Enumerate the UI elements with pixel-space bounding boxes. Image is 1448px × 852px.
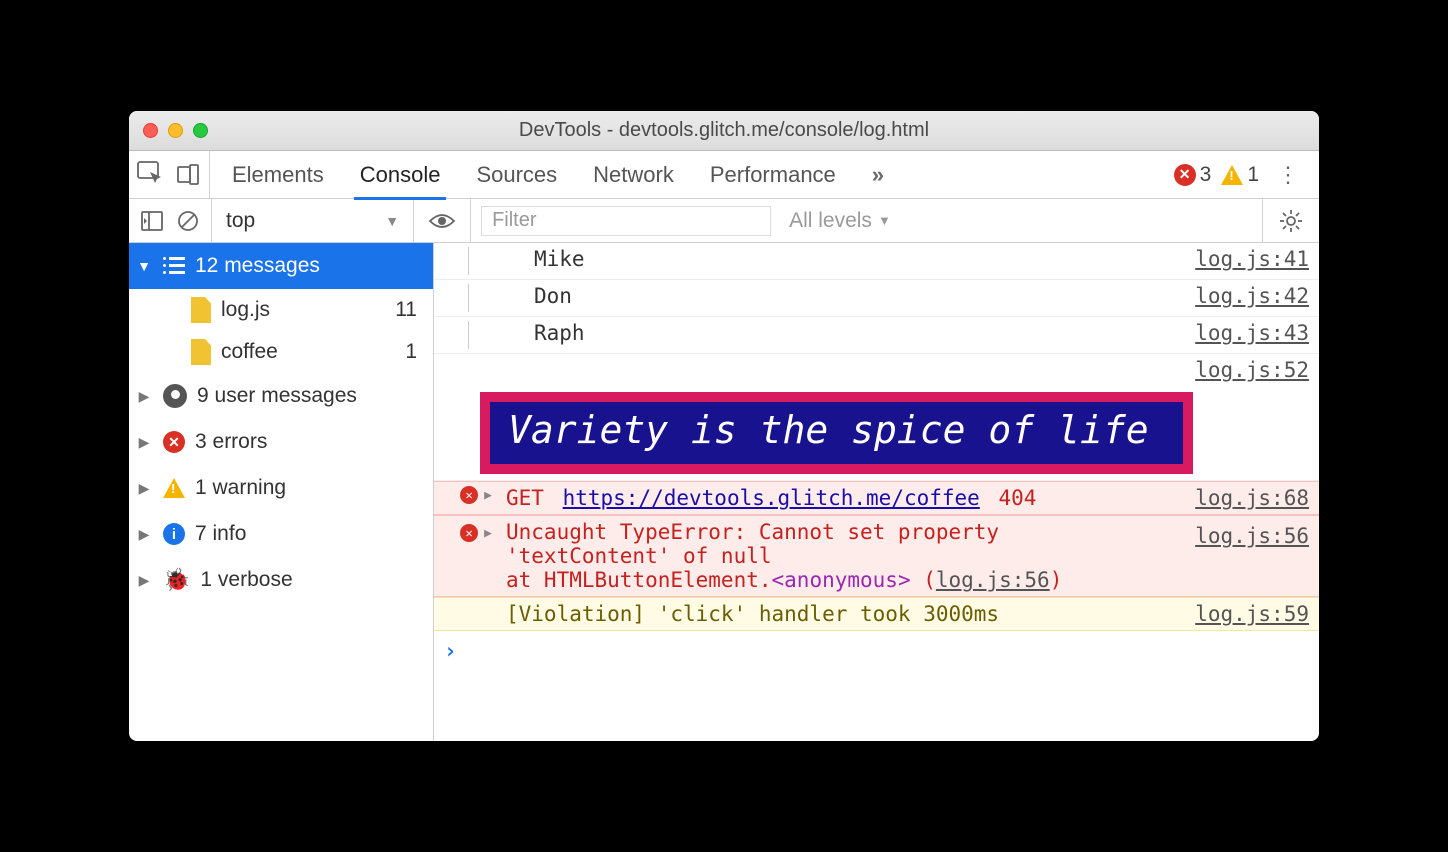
- sidebar-file-item[interactable]: coffee 1: [129, 331, 433, 373]
- context-selector[interactable]: top ▼: [212, 199, 414, 242]
- sidebar-label: 3 errors: [195, 430, 267, 454]
- sidebar-file-item[interactable]: log.js 11: [129, 289, 433, 331]
- caret-right-icon: ▶: [135, 434, 153, 451]
- sidebar-label: 9 user messages: [197, 384, 357, 408]
- devtools-tabs: Elements Console Sources Network Perform…: [129, 151, 1319, 199]
- exception-row[interactable]: ✕ ▶ Uncaught TypeError: Cannot set proper…: [434, 515, 1319, 597]
- source-link[interactable]: log.js:42: [1183, 284, 1309, 308]
- log-text: Don: [528, 284, 1183, 308]
- chevron-down-icon: ▼: [878, 213, 891, 228]
- source-link[interactable]: log.js:52: [1183, 358, 1309, 382]
- network-error-row[interactable]: ✕ ▶ GET https://devtools.glitch.me/coffee…: [434, 481, 1319, 515]
- sidebar-item-warnings[interactable]: ▶ 1 warning: [129, 465, 433, 511]
- file-name: coffee: [221, 340, 278, 364]
- titlebar: DevTools - devtools.glitch.me/console/lo…: [129, 111, 1319, 151]
- console-output: Mike log.js:41 Don log.js:42 Raph log.js…: [434, 243, 1319, 741]
- toggle-sidebar-icon[interactable]: [141, 210, 163, 232]
- error-icon: ✕: [1174, 164, 1196, 186]
- sidebar-label: 1 warning: [195, 476, 286, 500]
- error-counter[interactable]: ✕ 3: [1174, 163, 1212, 187]
- file-name: log.js: [221, 298, 270, 322]
- console-settings-icon[interactable]: [1262, 199, 1319, 242]
- tab-network[interactable]: Network: [593, 162, 674, 188]
- error-icon: ✕: [460, 524, 478, 542]
- log-levels-selector[interactable]: All levels ▼: [771, 209, 891, 233]
- filter-input[interactable]: [481, 206, 771, 236]
- devtools-window: DevTools - devtools.glitch.me/console/lo…: [129, 111, 1319, 741]
- sidebar-item-verbose[interactable]: ▶ 🐞 1 verbose: [129, 557, 433, 603]
- clear-console-icon[interactable]: [177, 210, 199, 232]
- log-row[interactable]: Don log.js:42: [434, 280, 1319, 317]
- log-row[interactable]: Mike log.js:41: [434, 243, 1319, 280]
- exception-text: Uncaught TypeError: Cannot set property …: [500, 520, 1183, 592]
- styled-log-text: Variety is the spice of life: [480, 392, 1193, 474]
- log-row[interactable]: Raph log.js:43: [434, 317, 1319, 354]
- list-icon: [163, 257, 185, 275]
- caret-right-icon: ▶: [484, 488, 492, 503]
- source-link[interactable]: log.js:68: [1183, 486, 1309, 510]
- source-link[interactable]: log.js:59: [1183, 602, 1309, 626]
- tab-console[interactable]: Console: [360, 162, 441, 188]
- log-text: Raph: [528, 321, 1183, 345]
- caret-right-icon: ▶: [135, 526, 153, 543]
- context-label: top: [226, 209, 255, 233]
- tab-elements[interactable]: Elements: [232, 162, 324, 188]
- sidebar-item-errors[interactable]: ▶ ✕ 3 errors: [129, 419, 433, 465]
- styled-log-row[interactable]: Variety is the spice of life: [434, 386, 1319, 481]
- device-toolbar-icon[interactable]: [177, 164, 199, 186]
- http-method: GET: [506, 486, 544, 510]
- http-url[interactable]: https://devtools.glitch.me/coffee: [563, 486, 980, 510]
- console-toolbar: top ▼ All levels ▼: [129, 199, 1319, 243]
- log-row[interactable]: log.js:52: [434, 354, 1319, 386]
- stack-link[interactable]: log.js:56: [936, 568, 1050, 592]
- file-count: 11: [395, 298, 423, 322]
- file-icon: [191, 297, 211, 323]
- sidebar-label: 1 verbose: [200, 568, 292, 592]
- warning-counter[interactable]: 1: [1221, 163, 1259, 187]
- tabs-overflow[interactable]: »: [872, 162, 884, 188]
- sidebar-item-user[interactable]: ▶ 9 user messages: [129, 373, 433, 419]
- source-link[interactable]: log.js:41: [1183, 247, 1309, 271]
- sidebar-item-messages[interactable]: ▼ 12 messages: [129, 243, 433, 289]
- caret-right-icon: ▶: [135, 480, 153, 497]
- chevron-down-icon: ▼: [385, 213, 399, 229]
- live-expression-icon[interactable]: [414, 199, 471, 242]
- prompt-icon: ›: [444, 639, 457, 663]
- source-link[interactable]: log.js:43: [1183, 321, 1309, 345]
- console-sidebar: ▼ 12 messages log.js 11 coffee 1 ▶ 9 use…: [129, 243, 434, 741]
- console-prompt[interactable]: ›: [434, 631, 1319, 671]
- violation-text: [Violation] 'click' handler took 3000ms: [500, 602, 1183, 626]
- error-icon: ✕: [460, 486, 478, 504]
- inspect-element-icon[interactable]: [137, 161, 163, 189]
- bug-icon: 🐞: [163, 567, 190, 593]
- caret-right-icon: ▶: [135, 572, 153, 589]
- levels-label: All levels: [789, 209, 872, 233]
- warning-count: 1: [1247, 163, 1259, 187]
- file-count: 1: [405, 340, 423, 364]
- kebab-menu-icon[interactable]: ⋮: [1269, 162, 1307, 188]
- sidebar-label: 7 info: [195, 522, 246, 546]
- tab-sources[interactable]: Sources: [476, 162, 557, 188]
- user-icon: [163, 384, 187, 408]
- caret-right-icon: ▶: [135, 388, 153, 405]
- violation-row[interactable]: [Violation] 'click' handler took 3000ms …: [434, 597, 1319, 631]
- sidebar-label: 12 messages: [195, 254, 320, 278]
- http-status: 404: [998, 486, 1036, 510]
- caret-down-icon: ▼: [135, 258, 153, 274]
- sidebar-item-info[interactable]: ▶ i 7 info: [129, 511, 433, 557]
- source-link[interactable]: log.js:56: [1183, 520, 1309, 548]
- tab-performance[interactable]: Performance: [710, 162, 836, 188]
- log-text: Mike: [528, 247, 1183, 271]
- warning-icon: [1221, 165, 1243, 185]
- caret-right-icon: ▶: [484, 526, 492, 541]
- window-title: DevTools - devtools.glitch.me/console/lo…: [129, 119, 1319, 142]
- file-icon: [191, 339, 211, 365]
- error-icon: ✕: [163, 431, 185, 453]
- error-count: 3: [1200, 163, 1212, 187]
- warning-icon: [163, 478, 185, 498]
- info-icon: i: [163, 523, 185, 545]
